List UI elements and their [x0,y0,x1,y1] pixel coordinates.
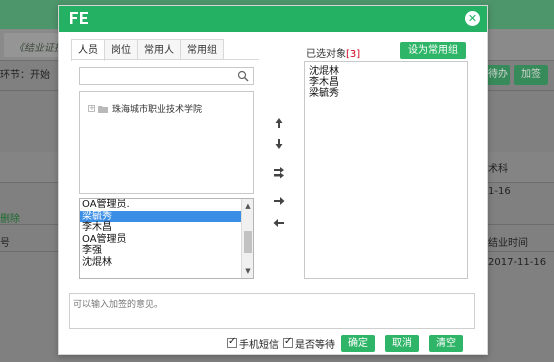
background-pending-button[interactable]: 待办 [486,65,510,85]
folder-icon [98,105,108,113]
background-node-label: 环节：开始 [0,70,50,81]
dialog-footer: 手机短信 是否等待 确定 取消 清空 [227,334,463,352]
checkbox-icon[interactable] [283,336,293,348]
search-input[interactable] [79,67,254,85]
selected-item[interactable]: 梁毓秀 [309,88,467,99]
sms-checkbox[interactable]: 手机短信 [227,336,279,351]
picker-tabs: 人员 岗位 常用人 常用组 [71,39,224,61]
app-logo-icon [70,12,88,24]
close-icon[interactable]: ✕ [465,11,480,26]
background-countersign-button[interactable]: 加签 [514,65,548,85]
add-selected-icon[interactable] [272,194,286,208]
background-header-time: 结业时间 [488,238,528,249]
sms-label: 手机短信 [239,339,279,351]
background-dept-fragment: 术科 [488,164,508,175]
selected-objects-label: 已选对象[3] [306,45,360,60]
set-common-group-button[interactable]: 设为常用组 [400,42,466,59]
confirm-button[interactable]: 确定 [341,334,375,352]
list-item[interactable]: OA管理员 [80,234,241,246]
wait-label: 是否等待 [295,339,335,351]
wait-checkbox[interactable]: 是否等待 [283,336,335,351]
background-row-date: 2017-11-16 [488,257,547,268]
tree-node-label: 珠海城市职业技术学院 [112,105,203,115]
list-scrollbar[interactable]: ▲ ▼ [241,199,253,278]
background-date-fragment: 1-16 [488,186,511,197]
scroll-down-icon[interactable]: ▼ [243,266,253,276]
expand-icon[interactable]: + [88,105,95,112]
dialog-header: ✕ [59,6,487,32]
background-tab-title[interactable]: 《结业证换 [14,39,64,54]
clear-button[interactable]: 清空 [429,334,463,352]
search-icon[interactable] [237,70,249,82]
selected-objects-list[interactable]: 沈焜林 李木昌 梁毓秀 [304,61,468,279]
tab-frequent-groups[interactable]: 常用组 [180,39,224,60]
selected-label-text: 已选对象 [306,49,346,60]
selected-item[interactable]: 李木昌 [309,77,467,88]
selected-count: [3] [346,49,361,60]
move-down-icon[interactable] [272,137,286,151]
selected-item[interactable]: 沈焜林 [309,66,467,77]
checkbox-icon[interactable] [227,336,237,348]
list-item[interactable]: 梁毓秀 [80,210,241,223]
candidate-list[interactable]: OA管理员. 梁毓秀 李木昌 OA管理员 李强 沈焜林 ▲ ▼ [79,198,254,279]
org-tree: + 珠海城市职业技术学院 [79,91,254,194]
tabs-divider [71,59,259,60]
move-up-icon[interactable] [272,116,286,130]
list-item[interactable]: 李木昌 [80,222,241,234]
background-delete-link[interactable]: 删除 [0,210,20,225]
scroll-up-icon[interactable]: ▲ [243,201,253,211]
tab-people[interactable]: 人员 [71,39,105,61]
tab-positions[interactable]: 岗位 [104,39,138,60]
remove-selected-icon[interactable] [272,216,286,230]
scroll-thumb[interactable] [244,231,252,253]
add-all-icon[interactable] [272,166,286,180]
list-item[interactable]: 李强 [80,245,241,257]
tree-node[interactable]: + 珠海城市职业技术学院 [88,102,202,115]
tab-frequent-people[interactable]: 常用人 [137,39,181,60]
list-item[interactable]: OA管理员. [80,199,241,211]
list-item[interactable]: 沈焜林 [80,257,241,269]
cancel-button[interactable]: 取消 [385,334,419,352]
countersign-dialog: ✕ 人员 岗位 常用人 常用组 + 珠海城市职业技术学院 OA管理员. 梁毓秀 … [58,5,488,355]
opinion-input[interactable] [69,293,475,329]
background-column-fragment: 号 [0,238,10,249]
